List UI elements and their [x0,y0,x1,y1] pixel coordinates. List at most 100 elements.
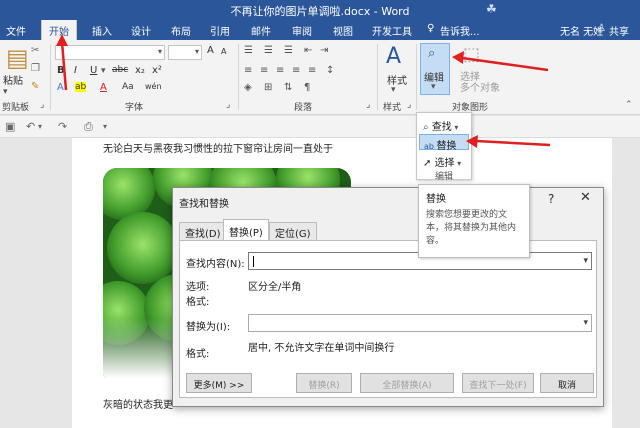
numbering-icon[interactable]: ☰ [264,45,273,56]
line-spacing-icon[interactable]: ↕ [326,65,334,76]
cut-icon[interactable]: ✂ [31,45,39,56]
tab-insert[interactable]: 插入 [92,23,112,38]
clover-icon: ☘ [486,2,497,16]
highlight-button[interactable]: ab [75,82,87,92]
decrease-indent-icon[interactable]: ⇤ [304,45,312,56]
undo-icon[interactable]: ↶ [26,120,35,133]
styles-button[interactable]: 样式 [387,72,407,87]
tab-find[interactable]: 查找(D) [179,222,227,240]
find-replace-dialog: 查找和替换 ? ✕ 查找(D) 替换(P) 定位(G) 查找内容(N): ▾ 选… [172,187,604,407]
strikethrough-button[interactable]: abc [112,65,128,75]
print-preview-icon[interactable]: ⎙ [84,120,93,134]
subscript-button[interactable]: x₂ [135,65,145,76]
format-painter-icon[interactable]: ✎ [31,81,39,92]
font-size-combo[interactable]: ▾ [168,45,202,60]
select-objects-button[interactable]: 选择 多个对象 [460,72,500,94]
bullets-icon[interactable]: ☰ [244,45,253,56]
select-objects-icon[interactable]: ⬚ [463,44,480,65]
more-button[interactable]: 更多(M) >> [186,373,252,393]
help-button[interactable]: ? [548,192,554,206]
chevron-down-icon: ▾ [454,159,462,168]
increase-indent-icon[interactable]: ⇥ [320,45,328,56]
tab-review[interactable]: 审阅 [292,23,312,38]
replace-format-label: 格式: [186,349,210,360]
grow-font-button[interactable]: A [207,45,214,56]
paste-dropdown-icon[interactable]: ▾ [3,87,8,97]
cursor-icon: ➚ [423,158,435,169]
find-menu-label: 查找 [431,122,452,133]
customize-toolbar-icon[interactable]: ▾ [103,122,107,131]
superscript-button[interactable]: x² [152,65,162,76]
font-group-label: 字体 [125,103,144,113]
find-menu-item[interactable]: ⌕ 查找 ▾ [419,116,469,133]
chevron-down-icon: ▾ [157,47,162,56]
tab-references[interactable]: 引用 [210,23,230,38]
tab-mailings[interactable]: 邮件 [251,23,271,38]
tab-replace[interactable]: 替换(P) [223,219,269,241]
align-right-icon[interactable]: ≡ [276,65,284,76]
font-name-combo[interactable]: ▾ [55,45,165,60]
separator [238,44,239,110]
tab-developer[interactable]: 开发工具 [372,23,412,38]
styles-icon[interactable]: A [386,44,401,69]
underline-dropdown-icon[interactable]: ▾ [101,66,106,76]
separator [416,44,417,110]
chevron-down-icon[interactable]: ▾ [583,318,588,328]
sort-icon[interactable]: ⇅ [284,82,292,93]
change-case-button[interactable]: Aa [122,82,134,92]
copy-icon[interactable]: ❐ [31,63,40,74]
align-center-icon[interactable]: ≡ [260,65,268,76]
save-icon[interactable]: ▣ [5,120,15,133]
align-left-icon[interactable]: ≡ [244,65,252,76]
close-button[interactable]: ✕ [580,190,591,205]
borders-icon[interactable]: ⊞ [264,82,272,93]
replace-panel: 查找内容(N): ▾ 选项: 区分全/半角 格式: 替换为(I): ▾ 格式: … [179,240,597,398]
tab-design[interactable]: 设计 [131,23,151,38]
underline-button[interactable]: U [90,65,97,76]
replace-with-input[interactable]: ▾ [248,314,592,332]
tab-view[interactable]: 视图 [333,23,353,38]
styles-dropdown-icon[interactable]: ▾ [391,85,396,95]
find-format-label: 格式: [186,297,210,308]
shading-icon[interactable]: ◈ [244,82,252,93]
magnifier-icon[interactable]: ⌕ [428,46,435,61]
replace-menu-label: 替换 [436,141,457,152]
show-marks-icon[interactable]: ¶ [304,82,310,93]
undo-dropdown-icon[interactable]: ▾ [38,122,42,131]
paste-button[interactable]: 粘贴 [3,72,23,87]
select-menu-item[interactable]: ➚ 选择 ▾ [419,152,469,169]
clipboard-launcher-icon[interactable]: ⌟ [40,100,44,110]
phonetic-guide-button[interactable]: wén [145,82,162,91]
replace-menu-item[interactable]: ab 替换 [419,134,469,152]
multilevel-list-icon[interactable]: ☰ [284,45,293,56]
tab-goto[interactable]: 定位(G) [269,222,317,240]
paste-icon[interactable]: ▤ [6,44,29,72]
find-next-button[interactable]: 查找下一处(F) [462,373,534,393]
paragraph-launcher-icon[interactable]: ⌟ [366,100,370,110]
font-color-button[interactable]: A [100,82,107,93]
shrink-font-button[interactable]: A [221,47,226,56]
share-button[interactable]: 共享 [609,23,629,38]
font-launcher-icon[interactable]: ⌟ [226,100,230,110]
tab-layout[interactable]: 布局 [171,23,191,38]
styles-group-label: 样式 [383,103,402,113]
chevron-down-icon[interactable]: ▾ [583,256,588,266]
replace-all-button[interactable]: 全部替换(A) [360,373,454,393]
replace-button[interactable]: 替换(R) [296,373,352,393]
redo-icon[interactable]: ↷ [58,120,67,133]
bold-button[interactable]: B [57,65,65,76]
distributed-icon[interactable]: ≡ [308,65,316,76]
text-effects-button[interactable]: A [57,82,64,93]
chevron-down-icon: ▾ [194,47,199,56]
replace-icon: ab [424,142,437,151]
italic-button[interactable]: I [74,65,77,76]
editing-dropdown-icon[interactable]: ▾ [431,82,436,92]
tab-file[interactable]: 文件 [6,23,26,38]
cancel-button[interactable]: 取消 [540,373,594,393]
document-line-2: 灰暗的状态我更 [103,400,173,411]
styles-launcher-icon[interactable]: ⌟ [407,100,411,110]
justify-icon[interactable]: ≡ [292,65,300,76]
tell-me-box[interactable]: 告诉我... [440,23,480,38]
collapse-ribbon-icon[interactable]: ⌃ [625,100,633,110]
tab-home[interactable]: 开始 [41,20,77,40]
